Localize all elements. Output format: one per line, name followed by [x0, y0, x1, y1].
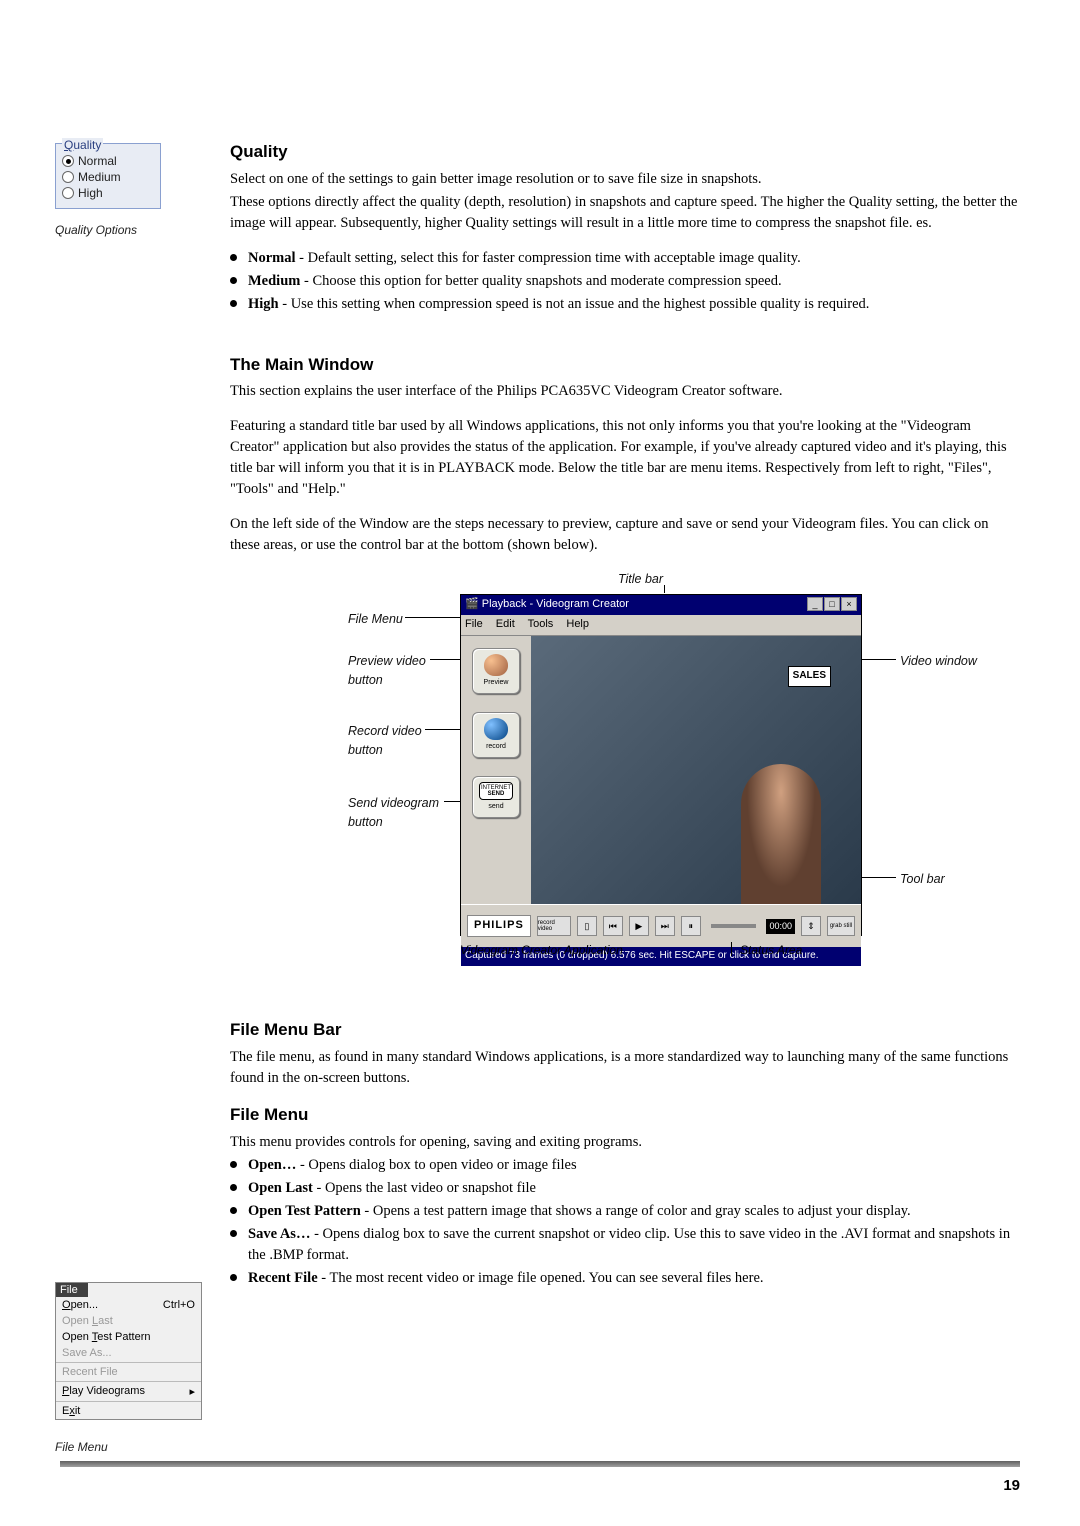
preview-button[interactable]: Preview	[472, 648, 520, 694]
sales-sign: SALES	[788, 666, 831, 687]
vg-toolbar: PHILIPS record video ▯ ⏮ ▶ ⏭ ⏸ 00:00 ⇕ g…	[461, 904, 861, 947]
lbl-video-window: Video window	[900, 652, 977, 670]
close-icon: ×	[841, 597, 857, 611]
quality-legend-text: uality	[73, 138, 101, 152]
fm-title: File	[56, 1283, 88, 1297]
presenter-figure	[741, 764, 821, 904]
quality-options-panel: Quality Normal Medium High	[55, 143, 161, 209]
ff-icon[interactable]: ⏭	[655, 916, 675, 936]
mainwin-p3: On the left side of the Window are the s…	[230, 514, 1020, 556]
lbl-tool-bar: Tool bar	[900, 870, 945, 888]
philips-logo: PHILIPS	[467, 915, 531, 937]
fm-recent: Recent File	[56, 1364, 201, 1380]
lbl-record: Record video button	[348, 722, 438, 758]
vg-titlebar[interactable]: 🎬 Playback - Videogram Creator _□×	[461, 595, 861, 615]
fm-exit[interactable]: Exit	[56, 1403, 201, 1419]
fm-caption: File Menu	[55, 1440, 210, 1454]
quality-p1: Select on one of the settings to gain be…	[230, 169, 1020, 190]
menu-tools[interactable]: Tools	[528, 618, 554, 630]
videogram-figure: Title bar File Menu Preview video button…	[290, 570, 1010, 970]
tool-misc[interactable]: ⇕	[801, 916, 821, 936]
fm-open-last: Open Last	[56, 1313, 201, 1329]
lbl-title-bar: Title bar	[618, 570, 663, 588]
fm-save-as: Save As...	[56, 1345, 201, 1361]
footer-rule	[60, 1461, 1020, 1467]
filemenu-p1: This menu provides controls for opening,…	[230, 1132, 1020, 1153]
quality-radio-medium[interactable]: Medium	[62, 170, 154, 184]
timer: 00:00	[766, 919, 795, 934]
lbl-file-menu: File Menu	[348, 610, 403, 628]
send-button[interactable]: INTERNETSEND send	[472, 776, 520, 818]
lbl-preview: Preview video button	[348, 652, 438, 688]
seek-slider[interactable]	[711, 924, 757, 928]
quality-p2: These options directly affect the qualit…	[230, 192, 1020, 234]
mainwin-p2: Featuring a standard title bar used by a…	[230, 416, 1020, 500]
record-button[interactable]: record	[472, 712, 520, 758]
menu-file[interactable]: File	[465, 618, 483, 630]
figcap-status: Status Area	[740, 942, 860, 959]
fm-open[interactable]: Open...Ctrl+O	[56, 1297, 201, 1313]
vg-menubar[interactable]: File Edit Tools Help	[461, 615, 861, 636]
rewind-icon[interactable]: ⏮	[603, 916, 623, 936]
lbl-send: Send videogram button	[348, 794, 448, 830]
quality-radio-normal[interactable]: Normal	[62, 154, 154, 168]
filemenubar-p1: The file menu, as found in many standard…	[230, 1047, 1020, 1089]
play-icon[interactable]: ▶	[629, 916, 649, 936]
figcap-app: Videogram Creator Application	[460, 942, 731, 959]
fm-play-videograms[interactable]: Play Videograms▸	[56, 1383, 201, 1400]
video-area: SALES	[531, 636, 861, 904]
menu-edit[interactable]: Edit	[496, 618, 515, 630]
fm-open-test[interactable]: Open Test Pattern	[56, 1329, 201, 1345]
minimize-icon: _	[807, 597, 823, 611]
filemenu-bullets: Open… - Opens dialog box to open video o…	[230, 1155, 1020, 1289]
grab-still-tool[interactable]: grab still	[827, 916, 855, 936]
filemenubar-heading: File Menu Bar	[230, 1018, 1020, 1043]
page-number: 19	[60, 1477, 1020, 1494]
videogram-app-window: 🎬 Playback - Videogram Creator _□× File …	[460, 594, 862, 936]
quality-bullets: Normal - Default setting, select this fo…	[230, 248, 1020, 315]
record-video-tool[interactable]: record video	[537, 916, 571, 936]
quality-heading: Quality	[230, 140, 1020, 165]
tool-btn[interactable]: ▯	[577, 916, 597, 936]
window-buttons[interactable]: _□×	[806, 597, 857, 613]
quality-radio-high[interactable]: High	[62, 186, 154, 200]
maximize-icon: □	[824, 597, 840, 611]
filemenu-heading: File Menu	[230, 1103, 1020, 1128]
file-menu-figure: File Open...Ctrl+O Open Last Open Test P…	[55, 1282, 202, 1420]
pause-icon[interactable]: ⏸	[681, 916, 701, 936]
mainwin-p1: This section explains the user interface…	[230, 381, 1020, 402]
quality-caption: Quality Options	[55, 223, 210, 237]
menu-help[interactable]: Help	[566, 618, 589, 630]
mainwin-heading: The Main Window	[230, 353, 1020, 378]
